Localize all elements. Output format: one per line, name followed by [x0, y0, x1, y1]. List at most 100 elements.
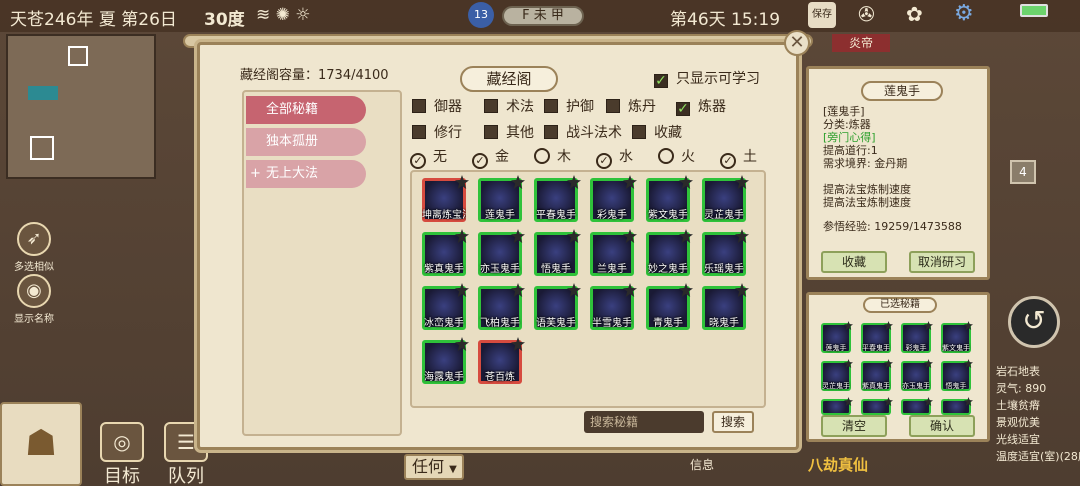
- tab-supreme-label: 无上大法: [266, 166, 319, 181]
- selected-book-name: 悟鬼手: [945, 382, 967, 390]
- show-names-button[interactable]: ◉ 显示名称: [4, 274, 64, 325]
- book-item[interactable]: 灵芷鬼手: [702, 175, 749, 222]
- save-icon[interactable]: 保存: [808, 2, 836, 28]
- selected-book-item[interactable]: [821, 397, 853, 415]
- category-filter[interactable]: 术法: [484, 96, 534, 116]
- gourd-icon[interactable]: ☗: [0, 402, 82, 486]
- close-icon[interactable]: ✕: [784, 30, 810, 56]
- book-item[interactable]: 乐瑶鬼手: [702, 229, 749, 276]
- selected-book-item[interactable]: 灵芷鬼手: [821, 359, 853, 391]
- star-icon: [455, 283, 469, 297]
- notice-tag: 炎帝: [832, 34, 890, 52]
- element-filter[interactable]: ✓ 无: [410, 146, 447, 169]
- eye-icon: ◉: [17, 274, 51, 308]
- battery-icon: [1020, 4, 1048, 17]
- book-item[interactable]: 晓鬼手: [702, 283, 749, 330]
- info-label[interactable]: 信息: [690, 456, 714, 473]
- element-filter[interactable]: ✓ 水: [596, 146, 633, 169]
- search-input[interactable]: 搜索秘籍: [584, 411, 704, 433]
- clear-button[interactable]: 清空: [821, 415, 887, 437]
- star-icon: [844, 397, 853, 406]
- book-item[interactable]: 语芙鬼手: [534, 283, 581, 330]
- book-item[interactable]: 紫真鬼手: [422, 229, 469, 276]
- book-item[interactable]: 兰鬼手: [590, 229, 637, 276]
- favorite-button[interactable]: 收藏: [821, 251, 887, 273]
- tab-unique-books[interactable]: 独本孤册: [246, 128, 366, 156]
- book-item[interactable]: 紫文鬼手: [646, 175, 693, 222]
- category-filter-label: 修行: [434, 125, 462, 141]
- star-icon: [735, 175, 749, 189]
- book-item[interactable]: 坤离炼宝法: [422, 175, 469, 222]
- category-filter-label: 护御: [566, 99, 594, 115]
- selected-book-item[interactable]: 平春鬼手: [861, 321, 893, 353]
- book-item[interactable]: 青鬼手: [646, 283, 693, 330]
- category-filter[interactable]: 御器: [412, 96, 462, 116]
- book-item[interactable]: 莲鬼手: [478, 175, 525, 222]
- selected-book-item[interactable]: 紫文鬼手: [941, 321, 973, 353]
- element-filter[interactable]: ✓ 土: [720, 146, 757, 169]
- category-filter[interactable]: 其他: [484, 122, 534, 142]
- star-icon: [511, 337, 525, 351]
- target-button[interactable]: ◎ 目标: [100, 422, 144, 486]
- book-item[interactable]: 妙之鬼手: [646, 229, 693, 276]
- selected-book-item[interactable]: 悟鬼手: [941, 359, 973, 391]
- star-icon: [735, 229, 749, 243]
- minimap[interactable]: [6, 34, 156, 179]
- tile-info-line: 土壤贫瘠: [996, 399, 1040, 412]
- category-filter[interactable]: 战斗法术: [544, 122, 622, 142]
- book-item-name: 半雪鬼手: [592, 318, 632, 329]
- book-item[interactable]: 苍百炼: [478, 337, 525, 384]
- selected-book-item[interactable]: 亦玉鬼手: [901, 359, 933, 391]
- settings-gear-icon[interactable]: ⚙: [954, 1, 974, 26]
- tile-info-line: 温度适宜(室)(28度): [996, 450, 1080, 463]
- element-filter[interactable]: 木: [534, 146, 571, 166]
- book-item[interactable]: 亦玉鬼手: [478, 229, 525, 276]
- star-icon: [924, 397, 933, 406]
- selected-book-name: 彩鬼手: [905, 344, 927, 352]
- queue-label: 队列: [168, 466, 204, 486]
- cancel-study-button[interactable]: 取消研习: [909, 251, 975, 273]
- only-learnable-toggle[interactable]: ✓ 只显示可学习: [654, 68, 760, 88]
- star-icon: [735, 283, 749, 297]
- category-filter[interactable]: 护御: [544, 96, 594, 116]
- star-icon: [455, 229, 469, 243]
- book-item[interactable]: 冰峦鬼手: [422, 283, 469, 330]
- category-filter[interactable]: 收藏: [632, 122, 682, 142]
- confirm-button[interactable]: 确认: [909, 415, 975, 437]
- tab-supreme-methods[interactable]: + 无上大法: [246, 160, 366, 188]
- temperature: 30度: [204, 10, 245, 30]
- category-filter-label: 其他: [506, 125, 534, 141]
- book-item[interactable]: 半雪鬼手: [590, 283, 637, 330]
- category-filter[interactable]: 修行: [412, 122, 462, 142]
- book-item-name: 莲鬼手: [485, 210, 515, 221]
- selected-book-item[interactable]: 彩鬼手: [901, 321, 933, 353]
- selected-book-item[interactable]: 紫真鬼手: [861, 359, 893, 391]
- selected-book-item[interactable]: [901, 397, 933, 415]
- tile-info-line: 景观优美: [996, 416, 1040, 429]
- category-filter-label: 术法: [506, 99, 534, 115]
- category-filter-label: 收藏: [654, 125, 682, 141]
- category-filter[interactable]: 炼丹: [606, 96, 656, 116]
- yin-yang-icon[interactable]: 13: [468, 2, 494, 28]
- multi-select-similar-button[interactable]: ➶ 多选相似: [4, 222, 64, 273]
- book-item-name: 彩鬼手: [597, 210, 627, 221]
- element-filter[interactable]: ✓ 金: [472, 146, 509, 169]
- selected-book-item[interactable]: [861, 397, 893, 415]
- category-tab-list: 全部秘籍 独本孤册 + 无上大法: [242, 90, 402, 436]
- filter-select[interactable]: 任何 ▼: [404, 454, 464, 480]
- compass-icon[interactable]: ✇: [858, 2, 875, 26]
- book-item[interactable]: 彩鬼手: [590, 175, 637, 222]
- tab-all-books[interactable]: 全部秘籍: [246, 96, 366, 124]
- element-filter-label: 水: [619, 149, 633, 165]
- category-filter[interactable]: ✓ 炼器: [676, 96, 726, 116]
- book-item[interactable]: 飞柏鬼手: [478, 283, 525, 330]
- book-item[interactable]: 平春鬼手: [534, 175, 581, 222]
- book-item[interactable]: 海露鬼手: [422, 337, 469, 384]
- element-filter[interactable]: 火: [658, 146, 695, 166]
- book-item[interactable]: 悟鬼手: [534, 229, 581, 276]
- selected-book-item[interactable]: [941, 397, 973, 415]
- palette-icon[interactable]: ✿: [906, 2, 923, 26]
- search-button[interactable]: 搜索: [712, 411, 754, 433]
- selected-book-item[interactable]: 莲鬼手: [821, 321, 853, 353]
- back-arrow-icon[interactable]: ↺: [1008, 296, 1060, 348]
